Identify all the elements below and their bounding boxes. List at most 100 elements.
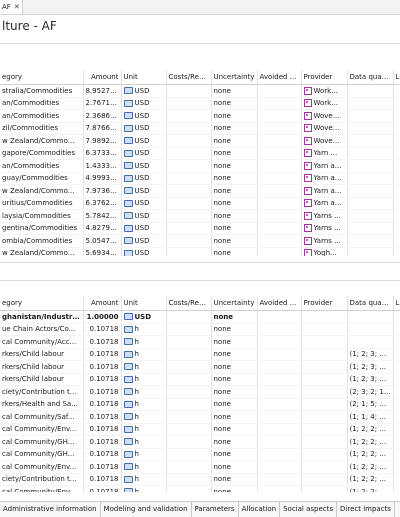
unit-cell[interactable]: h — [121, 423, 167, 436]
uncertainty-cell[interactable]: none — [211, 222, 258, 235]
unit-cell[interactable]: h — [121, 473, 167, 486]
uncertainty-cell[interactable]: none — [211, 460, 258, 474]
provider-cell[interactable]: Yogh... — [301, 247, 348, 256]
provider-cell[interactable] — [301, 460, 348, 474]
uncertainty-cell[interactable]: none — [211, 410, 258, 424]
unit-cell[interactable]: USD — [121, 222, 167, 235]
data-quality-cell[interactable] — [347, 247, 394, 256]
avoided-cell[interactable] — [257, 423, 302, 436]
avoided-cell[interactable] — [257, 97, 302, 110]
costs-cell[interactable] — [166, 209, 212, 223]
uncertainty-cell[interactable]: none — [211, 423, 258, 436]
data-quality-cell[interactable] — [347, 184, 394, 198]
uncertainty-cell[interactable]: none — [211, 435, 258, 449]
table-row[interactable]: guay/Commodities4.99933E-7 USD none Yarn a.… — [0, 172, 400, 185]
costs-cell[interactable] — [166, 134, 212, 148]
unit-cell[interactable]: USD — [121, 209, 167, 223]
amount-cell[interactable]: 0.10718 — [83, 410, 122, 424]
column-header[interactable]: Provider — [301, 296, 348, 311]
table-row[interactable]: w Zealand/Commo...7.97362E-7 USD none Yarn … — [0, 184, 400, 198]
avoided-cell[interactable] — [257, 159, 302, 173]
avoided-cell[interactable] — [257, 348, 302, 361]
amount-cell[interactable]: 0.10718 — [83, 460, 122, 474]
data-quality-cell[interactable]: (1; 2; 3; ... — [347, 373, 394, 386]
table-row[interactable]: laysia/Commodities5.78428E-7 USD none Yarns… — [0, 209, 400, 223]
amount-cell[interactable]: 6.37621E-7 — [83, 197, 122, 210]
data-quality-cell[interactable] — [347, 84, 394, 98]
amount-cell[interactable]: 0.10718 — [83, 335, 122, 349]
data-quality-cell[interactable]: (1; 2; 2; ... — [347, 448, 394, 461]
avoided-cell[interactable] — [257, 410, 302, 424]
column-header[interactable]: egory — [0, 296, 84, 311]
costs-cell[interactable] — [166, 398, 212, 411]
table-row[interactable]: ue Chain Actors/Co... 0.10718 h none — [0, 323, 400, 336]
costs-cell[interactable] — [166, 172, 212, 185]
data-quality-cell[interactable]: (1; 2; 3; ... — [347, 348, 394, 361]
data-quality-cell[interactable] — [347, 209, 394, 223]
table-row[interactable]: uritius/Commodities6.37621E-7 USD none Yarn… — [0, 197, 400, 210]
table-row[interactable]: w Zealand/Commo...7.98922E-7 USD none Wove.… — [0, 134, 400, 148]
table-row[interactable]: ciety/Contribution t... 0.10718 h none (1; 2… — [0, 473, 400, 486]
amount-cell[interactable]: 4.82791E-7 — [83, 222, 122, 235]
page-tab[interactable]: Allocation — [239, 502, 281, 517]
costs-cell[interactable] — [166, 335, 212, 349]
page-tab[interactable]: Parameters — [192, 502, 239, 517]
unit-cell[interactable]: USD — [121, 97, 167, 110]
table-row[interactable]: an/Commodities1.43339E-6 USD none Yarn a... — [0, 159, 400, 173]
amount-cell[interactable]: 2.36861E-7 — [83, 109, 122, 123]
page-tab[interactable]: Direct impacts — [337, 502, 395, 517]
column-header[interactable]: Costs/Rev... — [166, 296, 212, 311]
provider-cell[interactable]: Yarn a... — [301, 159, 348, 173]
data-quality-cell[interactable] — [347, 159, 394, 173]
provider-cell[interactable] — [301, 398, 348, 411]
data-quality-cell[interactable] — [347, 134, 394, 148]
table-row[interactable]: an/Commodities2.76717E-6 USD none Work... — [0, 97, 400, 110]
data-quality-cell[interactable] — [347, 122, 394, 135]
table-row[interactable]: ombia/Commodities5.05479E-7 USD none Yarns … — [0, 234, 400, 248]
provider-cell[interactable] — [301, 335, 348, 349]
data-quality-cell[interactable]: (1; 2; 2; ... — [347, 485, 394, 492]
column-header[interactable]: Data quali... — [347, 296, 394, 311]
uncertainty-cell[interactable]: none — [211, 184, 258, 198]
avoided-cell[interactable] — [257, 197, 302, 210]
avoided-cell[interactable] — [257, 398, 302, 411]
column-header[interactable]: Unit — [121, 70, 167, 85]
data-quality-cell[interactable]: (1; 2; 2; ... — [347, 435, 394, 449]
table-row[interactable]: rkers/Child labour 0.10718 h none (1; 2; 3; … — [0, 348, 400, 361]
costs-cell[interactable] — [166, 460, 212, 474]
costs-cell[interactable] — [166, 222, 212, 235]
column-header[interactable]: Data quali... — [347, 70, 394, 85]
avoided-cell[interactable] — [257, 385, 302, 399]
avoided-cell[interactable] — [257, 360, 302, 374]
amount-cell[interactable]: 1.43339E-6 — [83, 159, 122, 173]
column-header[interactable]: Avoided ... — [257, 296, 302, 311]
provider-cell[interactable]: Wove... — [301, 134, 348, 148]
table-row[interactable]: cal Community/Env... 0.10718 h none (1; 2; 2… — [0, 485, 400, 492]
table-row[interactable]: cal Community/GH... 0.10718 h none (1; 2; 2;… — [0, 448, 400, 461]
unit-cell[interactable]: h — [121, 323, 167, 336]
costs-cell[interactable] — [166, 473, 212, 486]
provider-cell[interactable]: Yarns ... — [301, 209, 348, 223]
uncertainty-cell[interactable]: none — [211, 310, 258, 324]
uncertainty-cell[interactable]: none — [211, 323, 258, 336]
avoided-cell[interactable] — [257, 247, 302, 256]
amount-cell[interactable]: 0.10718 — [83, 435, 122, 449]
uncertainty-cell[interactable]: none — [211, 385, 258, 399]
column-header[interactable]: Uncertainty — [211, 70, 258, 85]
table-row[interactable]: cal Community/Env... 0.10718 h none (1; 2; 2… — [0, 460, 400, 474]
unit-cell[interactable]: USD — [121, 122, 167, 135]
costs-cell[interactable] — [166, 197, 212, 210]
provider-cell[interactable] — [301, 410, 348, 424]
unit-cell[interactable]: h — [121, 348, 167, 361]
provider-cell[interactable] — [301, 448, 348, 461]
data-quality-cell[interactable] — [347, 172, 394, 185]
data-quality-cell[interactable] — [347, 109, 394, 123]
unit-cell[interactable]: USD — [121, 109, 167, 123]
data-quality-cell[interactable] — [347, 335, 394, 349]
unit-cell[interactable]: USD — [121, 84, 167, 98]
amount-cell[interactable]: 7.97362E-7 — [83, 184, 122, 198]
uncertainty-cell[interactable]: none — [211, 473, 258, 486]
costs-cell[interactable] — [166, 373, 212, 386]
avoided-cell[interactable] — [257, 84, 302, 98]
data-quality-cell[interactable] — [347, 222, 394, 235]
